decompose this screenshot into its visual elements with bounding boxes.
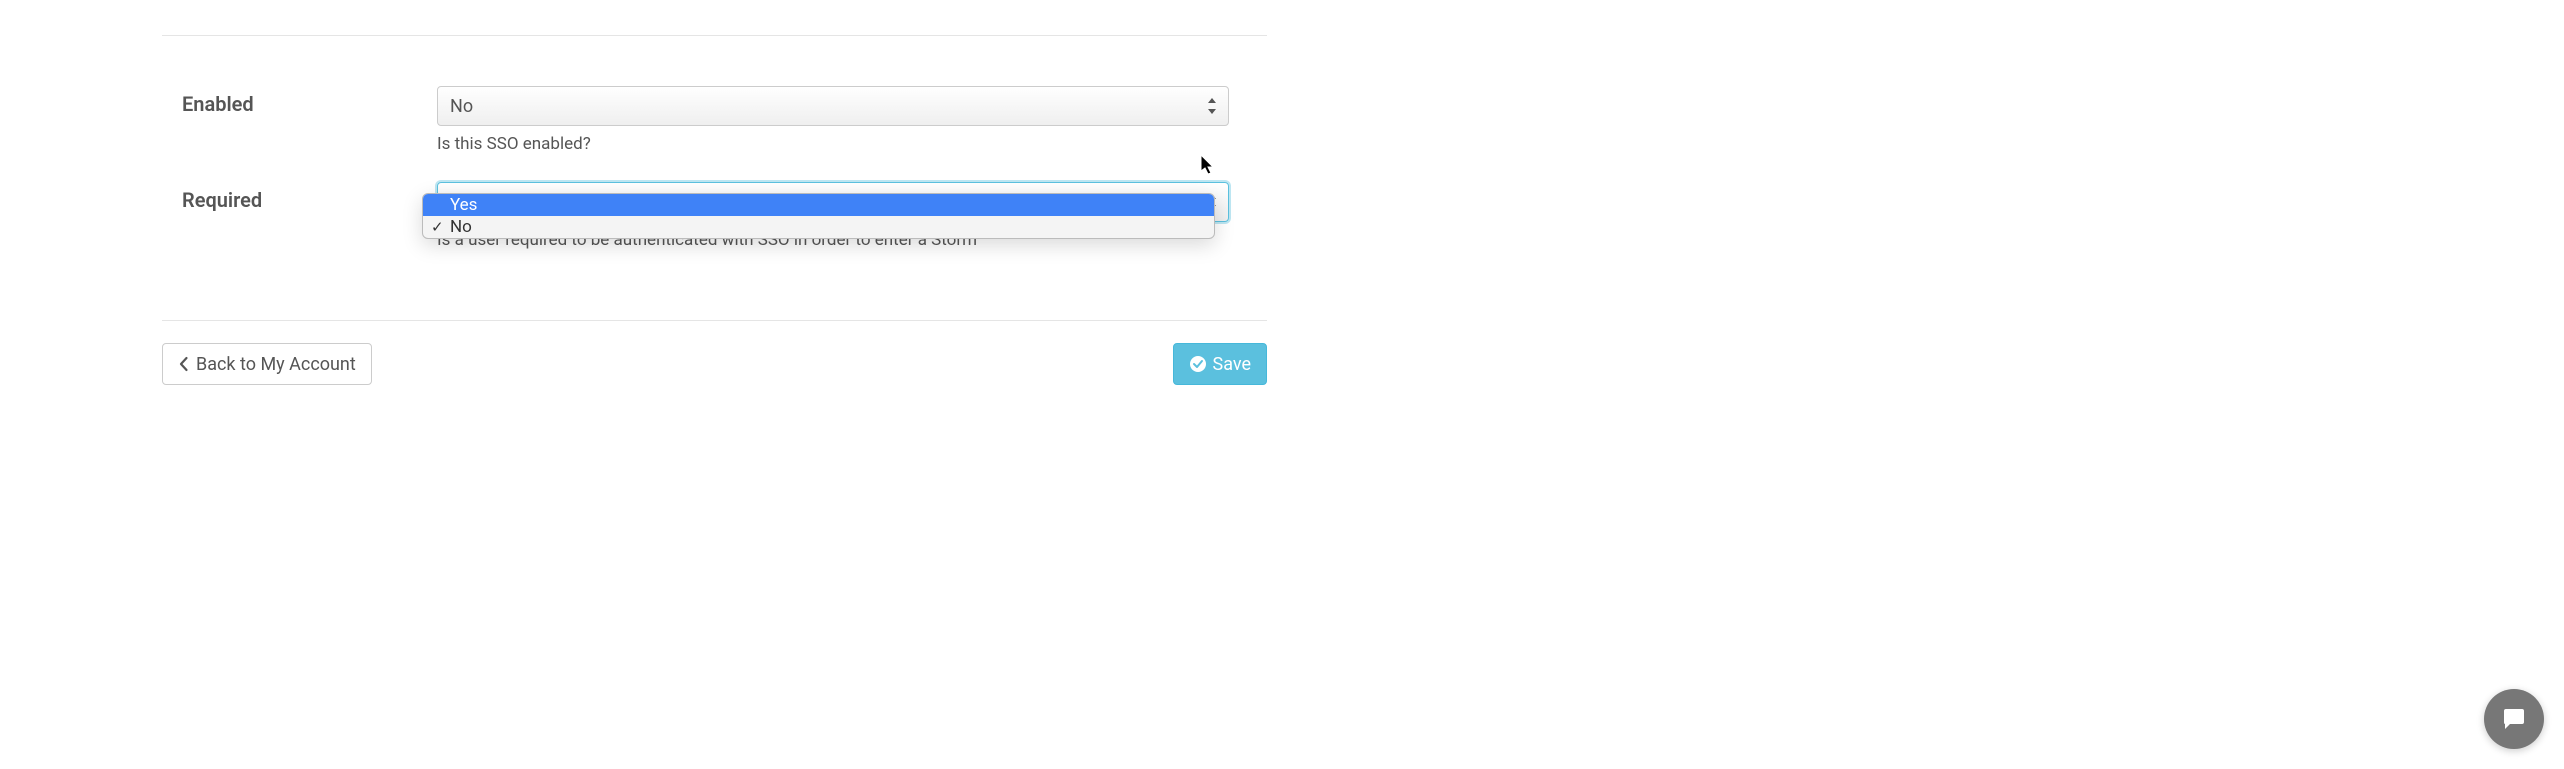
enabled-control-wrap: No Is this SSO enabled? [437,86,1267,154]
enabled-help-text: Is this SSO enabled? [437,134,1267,154]
back-button[interactable]: Back to My Account [162,343,372,385]
select-arrows-icon [1206,98,1218,114]
footer-row: Back to My Account Save [162,321,1267,385]
check-circle-icon [1189,355,1207,373]
check-icon: ✓ [431,218,444,236]
back-button-label: Back to My Account [196,354,356,375]
form-row-enabled: Enabled No Is this SSO enabled? [162,86,1267,154]
required-control-wrap: No Yes ✓ No Is a user required to be aut… [437,182,1267,250]
enabled-select[interactable]: No [437,86,1229,126]
form-row-required: Required No Yes ✓ No Is a user required … [162,182,1267,250]
required-dropdown-menu: Yes ✓ No [422,193,1215,239]
required-label: Required [162,182,437,212]
dropdown-option-no[interactable]: ✓ No [423,216,1214,238]
dropdown-option-yes-label: Yes [450,195,477,215]
save-button-label: Save [1213,354,1252,375]
dropdown-option-no-label: No [450,217,472,237]
dropdown-option-yes[interactable]: Yes [423,194,1214,216]
save-button[interactable]: Save [1173,343,1268,385]
chat-widget-button[interactable] [2484,689,2544,749]
section-divider-top [162,35,1267,36]
chevron-left-icon [178,356,190,372]
chat-icon [2498,703,2530,735]
mouse-cursor-icon [1201,155,1217,175]
enabled-label: Enabled [162,86,437,116]
enabled-select-value: No [450,96,473,117]
